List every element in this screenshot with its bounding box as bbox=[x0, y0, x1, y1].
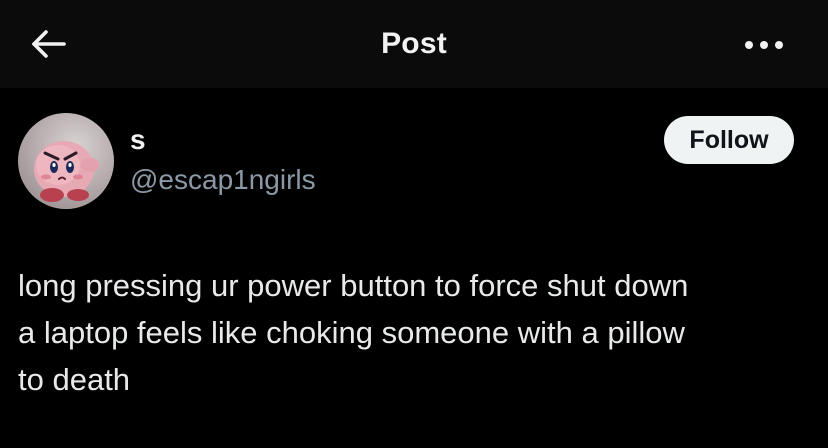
follow-button[interactable]: Follow bbox=[664, 116, 794, 164]
author-display-name[interactable]: s bbox=[130, 124, 146, 156]
post-text-line: a laptop feels like choking someone with… bbox=[18, 315, 685, 350]
post-body: long pressing ur power button to force s… bbox=[18, 262, 818, 403]
post-text-line: to death bbox=[18, 362, 131, 397]
profile-avatar-image bbox=[34, 141, 99, 202]
avatar[interactable] bbox=[18, 113, 114, 209]
post-text-line: long pressing ur power button to force s… bbox=[18, 268, 689, 303]
author-handle[interactable]: @escap1ngirls bbox=[130, 163, 316, 197]
more-horizontal-icon bbox=[745, 41, 783, 49]
top-bar: Post bbox=[0, 0, 828, 88]
more-options-button[interactable] bbox=[736, 30, 792, 60]
page-title: Post bbox=[381, 27, 447, 60]
